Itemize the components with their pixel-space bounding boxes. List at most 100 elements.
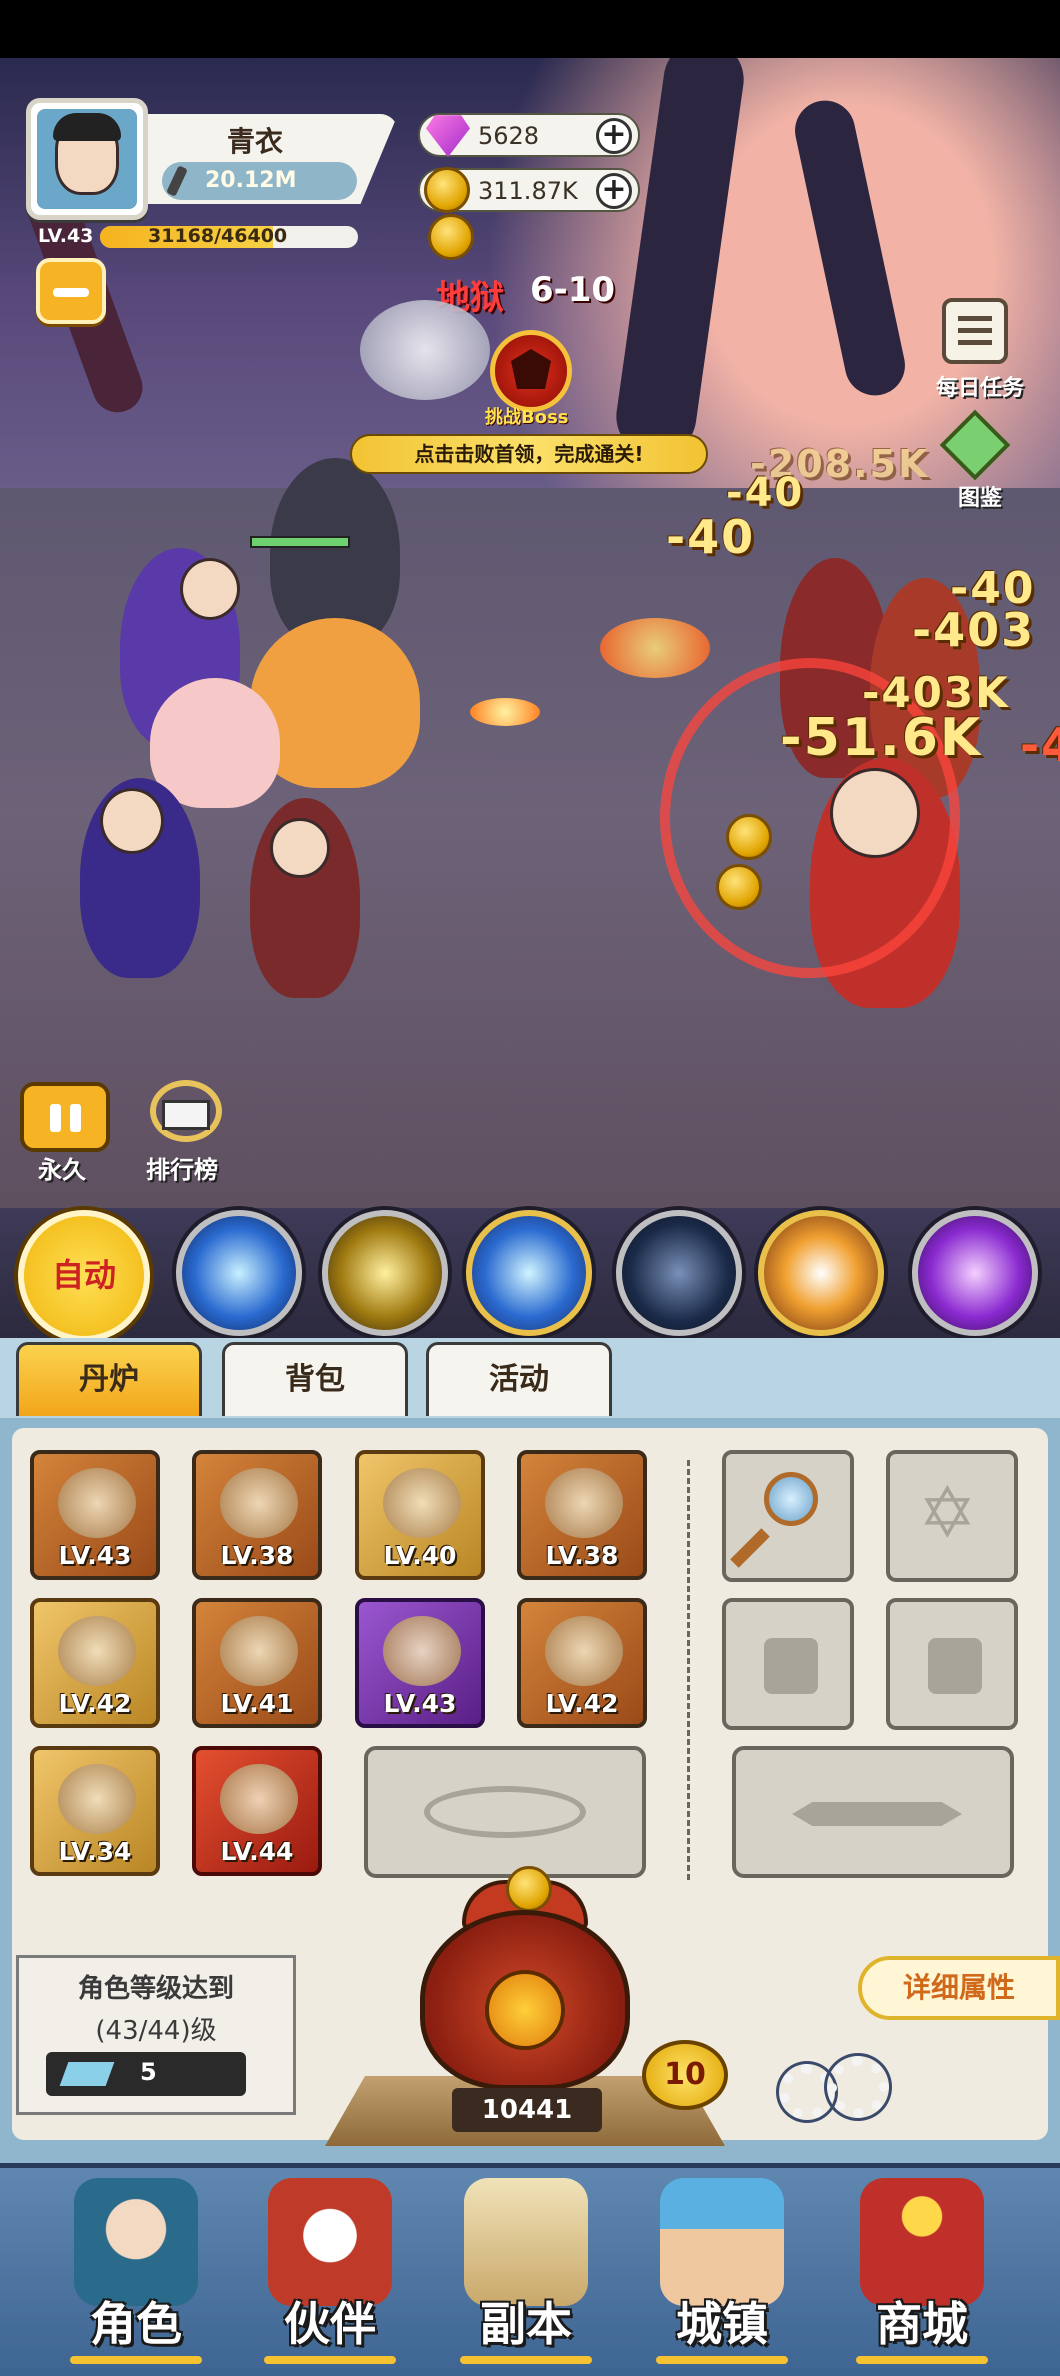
ticket-icon <box>59 2062 115 2086</box>
ranking-label: 排行榜 <box>146 1156 218 1184</box>
nav-shop[interactable]: 商城 <box>836 2176 1008 2366</box>
coin-amount: 311.87K <box>478 177 578 205</box>
add-coins-button[interactable]: + <box>596 173 632 209</box>
blue-comet-skill-icon[interactable] <box>466 1210 592 1336</box>
equipment-slot-boots[interactable]: LV.44 <box>192 1746 322 1876</box>
equipment-level: LV.41 <box>220 1689 294 1718</box>
lightning-skill-icon[interactable] <box>176 1210 302 1336</box>
golden-swords-skill-icon[interactable] <box>322 1210 448 1336</box>
locked-slot[interactable] <box>886 1598 1018 1730</box>
nav-label: 商城 <box>876 2297 968 2351</box>
nav-label: 城镇 <box>676 2297 768 2351</box>
pause-button[interactable] <box>20 1082 110 1152</box>
sword-icon <box>166 165 188 197</box>
equipment-level: LV.42 <box>58 1689 132 1718</box>
furnace-settings-button[interactable] <box>775 2044 895 2134</box>
auto-battle-button[interactable]: 自动 <box>18 1210 150 1342</box>
boss-bird-sprite <box>360 300 490 400</box>
equipment-slot-spear[interactable]: LV.43 <box>30 1450 160 1580</box>
coin-counter: 311.87K + <box>418 167 640 213</box>
pause-icon <box>50 1104 61 1132</box>
hero-hp-bar <box>250 536 350 548</box>
damage-number: -4 <box>1020 718 1060 772</box>
fan-icon <box>58 1616 136 1686</box>
equipment-slot-belt[interactable]: LV.34 <box>30 1746 160 1876</box>
daily-task-label: 每日任务 <box>935 376 1024 401</box>
orb-icon <box>545 1468 623 1538</box>
requirement-cost-value: 5 <box>140 2058 157 2086</box>
tab-alchemy-furnace[interactable]: 丹炉 <box>16 1342 202 1416</box>
fireball-projectile <box>600 618 710 678</box>
coin-icon <box>424 167 470 213</box>
nav-partner[interactable]: 伙伴 <box>244 2176 416 2366</box>
pearl-icon <box>545 1616 623 1686</box>
codex-label: 图鉴 <box>957 486 1002 511</box>
challenge-boss-button[interactable] <box>490 330 572 412</box>
flame-icon <box>485 1970 565 2050</box>
panel-divider <box>687 1460 690 1880</box>
nav-label: 副本 <box>480 2297 572 2351</box>
equipment-slot-robe[interactable]: LV.40 <box>355 1450 485 1580</box>
locked-slot[interactable] <box>722 1598 854 1730</box>
player-avatar[interactable] <box>26 98 148 220</box>
nav-town[interactable]: 城镇 <box>636 2176 808 2366</box>
whirlwind-skill-icon[interactable] <box>758 1210 884 1336</box>
equipment-level: LV.40 <box>383 1541 457 1570</box>
equipment-slot-gourd[interactable]: LV.43 <box>355 1598 485 1728</box>
mirror-icon <box>764 1472 818 1526</box>
demon-mask-icon <box>511 349 551 389</box>
equipment-level: LV.34 <box>58 1837 132 1866</box>
equipment-level: LV.38 <box>220 1541 294 1570</box>
detailed-attributes-button[interactable]: 详细属性 <box>858 1956 1060 2020</box>
robe-icon <box>383 1468 461 1538</box>
tab-backpack[interactable]: 背包 <box>222 1342 408 1416</box>
weapon-slot[interactable] <box>732 1746 1014 1878</box>
equipment-slot-fan[interactable]: LV.42 <box>30 1598 160 1728</box>
belt-icon <box>58 1764 136 1834</box>
rune-circle-icon <box>424 1786 586 1838</box>
coin-drop <box>726 814 772 860</box>
dark-rune-skill-icon[interactable] <box>616 1210 742 1336</box>
star-slot[interactable]: ✡ <box>886 1450 1018 1582</box>
hero-face <box>270 818 330 878</box>
furnace-counter: 10441 <box>452 2088 602 2132</box>
requirement-title: 角色等级达到 <box>77 1974 234 2004</box>
requirement-level: (43/44)级 <box>95 2016 217 2046</box>
empty-rune-slot[interactable] <box>364 1746 646 1878</box>
scroll-map-icon <box>464 2178 588 2306</box>
equipment-slot-pearl[interactable]: LV.42 <box>517 1598 647 1728</box>
coin-icon[interactable] <box>428 214 474 260</box>
damage-number: -51.6K <box>780 708 983 768</box>
nav-label: 角色 <box>90 2297 182 2351</box>
equipment-slot-shield[interactable]: LV.41 <box>192 1598 322 1728</box>
purple-orb-skill-icon[interactable] <box>912 1210 1038 1336</box>
gear-icon <box>827 2056 889 2118</box>
nav-dungeon[interactable]: 副本 <box>440 2176 612 2366</box>
furnace-level-badge[interactable]: 10 <box>642 2040 728 2110</box>
helmet-icon <box>220 1468 298 1538</box>
mirror-slot[interactable] <box>722 1450 854 1582</box>
add-gems-button[interactable]: + <box>596 118 632 154</box>
podium-icon <box>162 1100 210 1130</box>
equipment-slot-helmet[interactable]: LV.38 <box>192 1450 322 1580</box>
panda-scroll-icon <box>268 2178 392 2306</box>
nav-character[interactable]: 角色 <box>50 2176 222 2366</box>
damage-number: -403 <box>912 603 1036 657</box>
equipment-slot-orb[interactable]: LV.38 <box>517 1450 647 1580</box>
hero-face <box>100 788 164 854</box>
hexagram-icon: ✡ <box>918 1472 977 1554</box>
dead-tree <box>789 95 911 401</box>
ranking-button[interactable] <box>140 1070 232 1150</box>
shop-building-icon <box>860 2178 984 2306</box>
player-name: 青衣 <box>226 125 283 158</box>
pause-label: 永久 <box>38 1156 86 1184</box>
equipment-level: LV.43 <box>58 1541 132 1570</box>
tab-activity[interactable]: 活动 <box>426 1342 612 1416</box>
gem-icon <box>426 115 470 157</box>
coin-icon <box>506 1866 552 1912</box>
challenge-boss-label: 挑战Boss <box>485 407 569 428</box>
collapse-button[interactable] <box>36 258 106 324</box>
coin-drop <box>716 864 762 910</box>
clipboard-icon <box>942 298 1008 364</box>
hero-face <box>180 558 240 620</box>
